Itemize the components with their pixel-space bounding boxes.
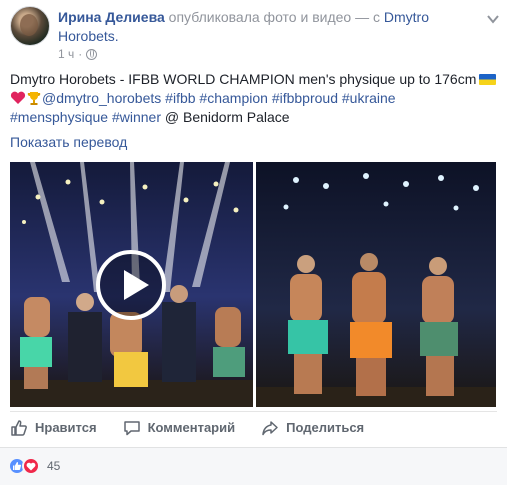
reactions-bar: 45 <box>0 447 507 485</box>
trophy-icon <box>27 92 41 105</box>
comment-label: Комментарий <box>147 420 236 435</box>
hashtag-ifbbproud[interactable]: #ifbbproud <box>272 90 338 106</box>
stage-photo-image <box>256 162 496 407</box>
at-symbol: @ <box>164 109 180 125</box>
hashtag-ukraine[interactable]: #ukraine <box>342 90 396 106</box>
mention-link[interactable]: @dmytro_horobets <box>42 90 161 106</box>
love-reaction-icon <box>22 457 40 475</box>
chevron-down-icon[interactable] <box>486 12 500 26</box>
post-header: Ирина Делиева опубликовала фото и видео … <box>10 6 500 66</box>
facebook-post: Ирина Делиева опубликовала фото и видео … <box>0 0 507 485</box>
reaction-summary[interactable]: 45 <box>8 457 60 475</box>
comment-icon <box>123 420 140 435</box>
meta-separator: · <box>78 47 83 61</box>
author-avatar[interactable] <box>10 6 50 46</box>
hashtag-winner[interactable]: #winner <box>112 109 161 125</box>
play-icon[interactable] <box>96 250 166 320</box>
post-time[interactable]: 1 ч <box>58 47 74 61</box>
media-grid <box>10 162 496 407</box>
location-name[interactable]: Benidorm Palace <box>183 109 290 125</box>
post-actions-bar: Нравится Комментарий Поделиться <box>10 411 497 443</box>
like-button[interactable]: Нравится <box>10 412 97 444</box>
video-thumbnail[interactable] <box>10 162 253 407</box>
post-action-text: опубликовала фото и видео — с <box>168 9 380 25</box>
author-name[interactable]: Ирина Делиева <box>58 9 165 25</box>
globe-icon[interactable] <box>86 48 98 60</box>
share-button[interactable]: Поделиться <box>261 412 364 444</box>
photo-thumbnail[interactable] <box>256 162 496 407</box>
reaction-count[interactable]: 45 <box>47 459 60 473</box>
thumbs-up-icon <box>11 419 27 436</box>
post-text-line1: Dmytro Horobets - IFBB WORLD CHAMPION me… <box>10 71 477 87</box>
hashtag-ifbb[interactable]: #ifbb <box>165 90 195 106</box>
show-translation-link[interactable]: Показать перевод <box>10 134 127 150</box>
post-headline: Ирина Делиева опубликовала фото и видео … <box>58 8 478 46</box>
post-meta: 1 ч · <box>58 47 98 61</box>
hashtag-mensphysique[interactable]: #mensphysique <box>10 109 108 125</box>
like-label: Нравится <box>35 420 97 435</box>
post-text: Dmytro Horobets - IFBB WORLD CHAMPION me… <box>10 70 500 127</box>
comment-button[interactable]: Комментарий <box>123 412 236 444</box>
hashtag-champion[interactable]: #champion <box>199 90 268 106</box>
ukraine-flag-icon <box>479 74 497 85</box>
share-icon <box>262 420 278 435</box>
heart-icon <box>10 91 26 104</box>
share-label: Поделиться <box>286 420 365 435</box>
